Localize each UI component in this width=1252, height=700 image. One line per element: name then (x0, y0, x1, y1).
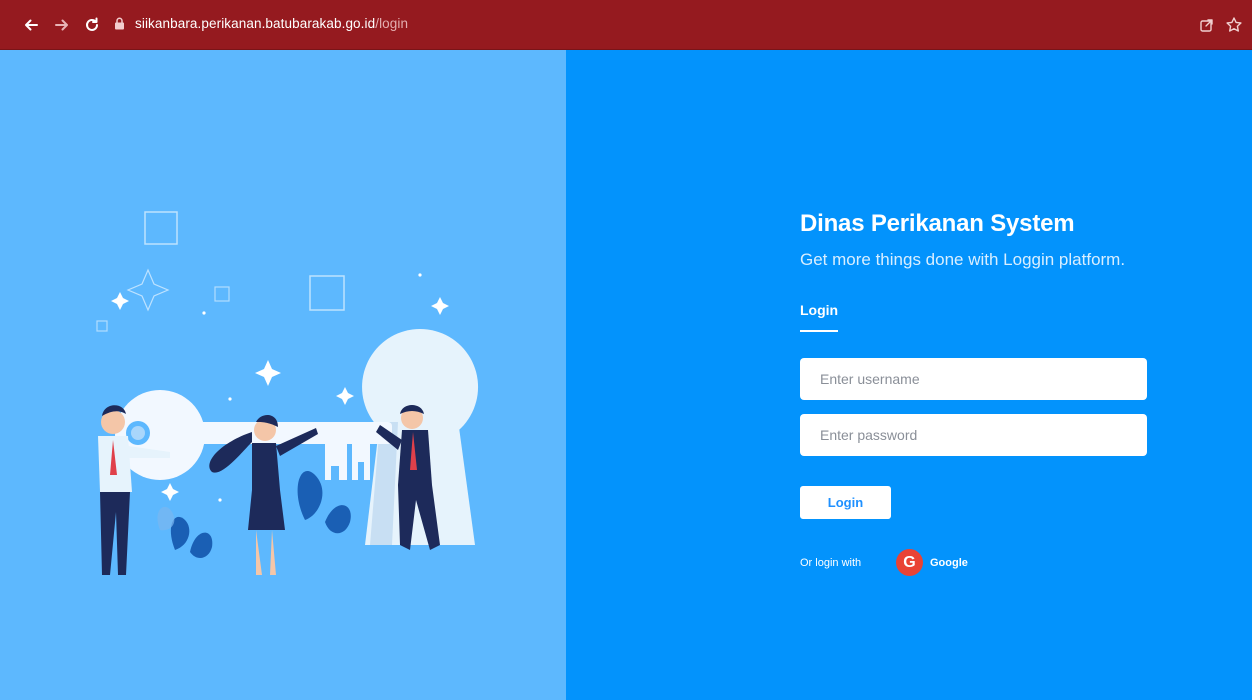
illustration-panel (0, 50, 566, 700)
login-button[interactable]: Login (800, 486, 891, 519)
password-input[interactable] (800, 414, 1147, 456)
lock-icon (115, 17, 124, 29)
tab-login-underline (800, 330, 838, 332)
tab-login[interactable]: Login (800, 302, 838, 318)
left-edge-strip (0, 50, 8, 700)
google-login-link[interactable]: Google (930, 557, 968, 569)
or-login-with-label: Or login with (800, 557, 862, 569)
forward-arrow-icon[interactable] (52, 15, 72, 35)
star-icon[interactable] (1224, 15, 1244, 35)
key-teamwork-illustration (96, 211, 479, 575)
browser-toolbar: siikanbara.perikanan.batubarakab.go.id/l… (0, 0, 1252, 50)
address-bar[interactable]: siikanbara.perikanan.batubarakab.go.id/l… (114, 12, 408, 34)
url-host: siikanbara.perikanan.batubarakab.go.id (135, 15, 376, 31)
share-icon[interactable] (1197, 15, 1217, 35)
username-input[interactable] (800, 358, 1147, 400)
google-icon[interactable]: G (896, 549, 923, 576)
back-arrow-icon[interactable] (21, 15, 41, 35)
system-subtitle: Get more things done with Loggin platfor… (800, 250, 1126, 269)
url-path: /login (375, 15, 409, 31)
reload-icon[interactable] (82, 15, 102, 35)
system-title: Dinas Perikanan System (800, 210, 1075, 237)
